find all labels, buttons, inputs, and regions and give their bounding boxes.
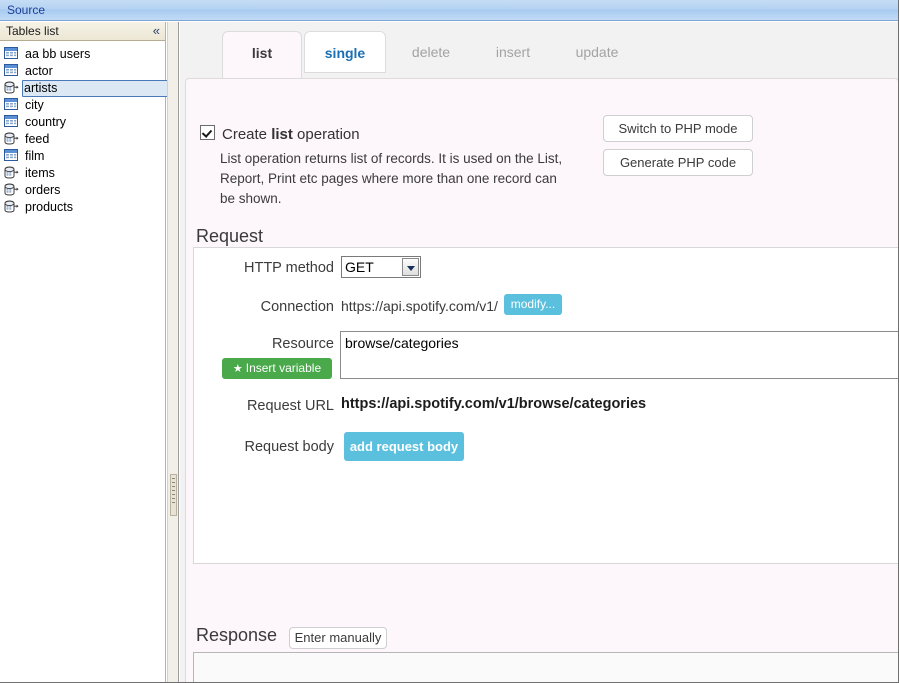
panel-splitter[interactable] — [167, 22, 179, 683]
table-list-item-label: orders — [23, 183, 62, 198]
api-icon — [4, 132, 20, 145]
api-icon — [4, 81, 20, 94]
tables-list-panel: Tables list « aa bb usersactorartistscit… — [0, 22, 166, 683]
operation-tabs: list single delete insert update — [180, 22, 899, 78]
star-icon: ★ — [233, 363, 243, 375]
table-list-item[interactable]: orders — [0, 181, 164, 198]
api-icon — [4, 183, 20, 196]
tab-update-label: update — [576, 44, 619, 60]
table-list-item-label: products — [23, 200, 75, 215]
generate-php-code-button[interactable]: Generate PHP code — [603, 149, 753, 176]
http-method-label: HTTP method — [204, 260, 334, 276]
table-list-item[interactable]: actor — [0, 62, 164, 79]
create-operation-row[interactable]: Create list operation — [200, 125, 360, 143]
tables-list[interactable]: aa bb users actorartists city country feed fi… — [0, 42, 164, 683]
table-list-item-label: items — [23, 166, 57, 181]
main-content-area: list single delete insert update Create … — [180, 22, 899, 683]
table-icon — [4, 64, 20, 77]
tab-delete-label: delete — [412, 44, 450, 60]
tab-single-label: single — [325, 45, 365, 61]
tab-single[interactable]: single — [304, 31, 386, 73]
table-list-item-label: feed — [23, 132, 51, 147]
create-operation-prefix: Create — [222, 126, 271, 143]
api-icon — [4, 166, 20, 179]
table-list-item-label: aa bb users — [23, 47, 92, 62]
table-list-item-label: film — [23, 149, 46, 164]
request-body-label: Request body — [204, 439, 334, 455]
insert-variable-button[interactable]: ★Insert variable — [222, 358, 332, 379]
create-operation-strong: list — [271, 126, 293, 143]
connection-url-value: https://api.spotify.com/v1/ — [341, 298, 498, 314]
tab-list[interactable]: list — [222, 31, 302, 79]
table-list-item[interactable]: country — [0, 113, 164, 130]
table-list-item[interactable]: products — [0, 198, 164, 215]
request-section-title: Request — [196, 226, 263, 247]
create-operation-description: List operation returns list of records. … — [220, 149, 570, 209]
tab-insert-label: insert — [496, 44, 530, 60]
table-list-item[interactable]: film — [0, 147, 164, 164]
table-list-item-label: country — [23, 115, 68, 130]
request-settings-box: HTTP method GET Connection https://api.s… — [193, 247, 899, 564]
request-url-label: Request URL — [204, 398, 334, 414]
response-body-area[interactable] — [193, 652, 899, 683]
create-operation-suffix: operation — [293, 126, 360, 143]
insert-variable-label: Insert variable — [246, 361, 321, 375]
response-section-title: Response — [196, 625, 277, 646]
request-url-value: https://api.spotify.com/v1/browse/catego… — [341, 396, 646, 412]
table-icon — [4, 98, 20, 111]
table-list-item[interactable]: aa bb users — [0, 45, 164, 62]
chevron-down-icon[interactable] — [402, 258, 419, 276]
collapse-panel-icon[interactable]: « — [153, 23, 160, 39]
window-title: Source — [7, 3, 45, 17]
switch-to-php-mode-button[interactable]: Switch to PHP mode — [603, 115, 753, 142]
http-method-select[interactable]: GET — [341, 256, 421, 278]
table-icon — [4, 149, 20, 162]
create-operation-checkbox[interactable] — [200, 125, 215, 140]
tab-insert[interactable]: insert — [472, 31, 554, 79]
table-list-item[interactable]: artists — [0, 79, 164, 96]
http-method-value: GET — [345, 259, 374, 275]
tables-list-title: Tables list — [6, 24, 59, 38]
splitter-grip-handle[interactable] — [170, 474, 177, 516]
table-icon — [4, 47, 20, 60]
table-list-item-label: artists — [22, 80, 168, 97]
add-request-body-button[interactable]: add request body — [344, 432, 464, 461]
tab-delete[interactable]: delete — [390, 31, 472, 79]
list-operation-panel: Create list operation List operation ret… — [185, 78, 899, 683]
resource-label: Resource — [204, 336, 334, 352]
window-titlebar: Source — [0, 0, 899, 21]
tab-list-label: list — [252, 45, 272, 61]
connection-label: Connection — [204, 299, 334, 315]
tab-update[interactable]: update — [554, 31, 640, 79]
modify-connection-button[interactable]: modify... — [504, 294, 562, 315]
table-list-item-label: actor — [23, 64, 55, 79]
api-icon — [4, 200, 20, 213]
enter-manually-button[interactable]: Enter manually — [289, 627, 387, 649]
table-list-item[interactable]: feed — [0, 130, 164, 147]
resource-input[interactable] — [340, 331, 899, 379]
table-list-item[interactable]: items — [0, 164, 164, 181]
table-list-item[interactable]: city — [0, 96, 164, 113]
table-icon — [4, 115, 20, 128]
table-list-item-label: city — [23, 98, 46, 113]
tables-list-header: Tables list « — [0, 22, 165, 41]
